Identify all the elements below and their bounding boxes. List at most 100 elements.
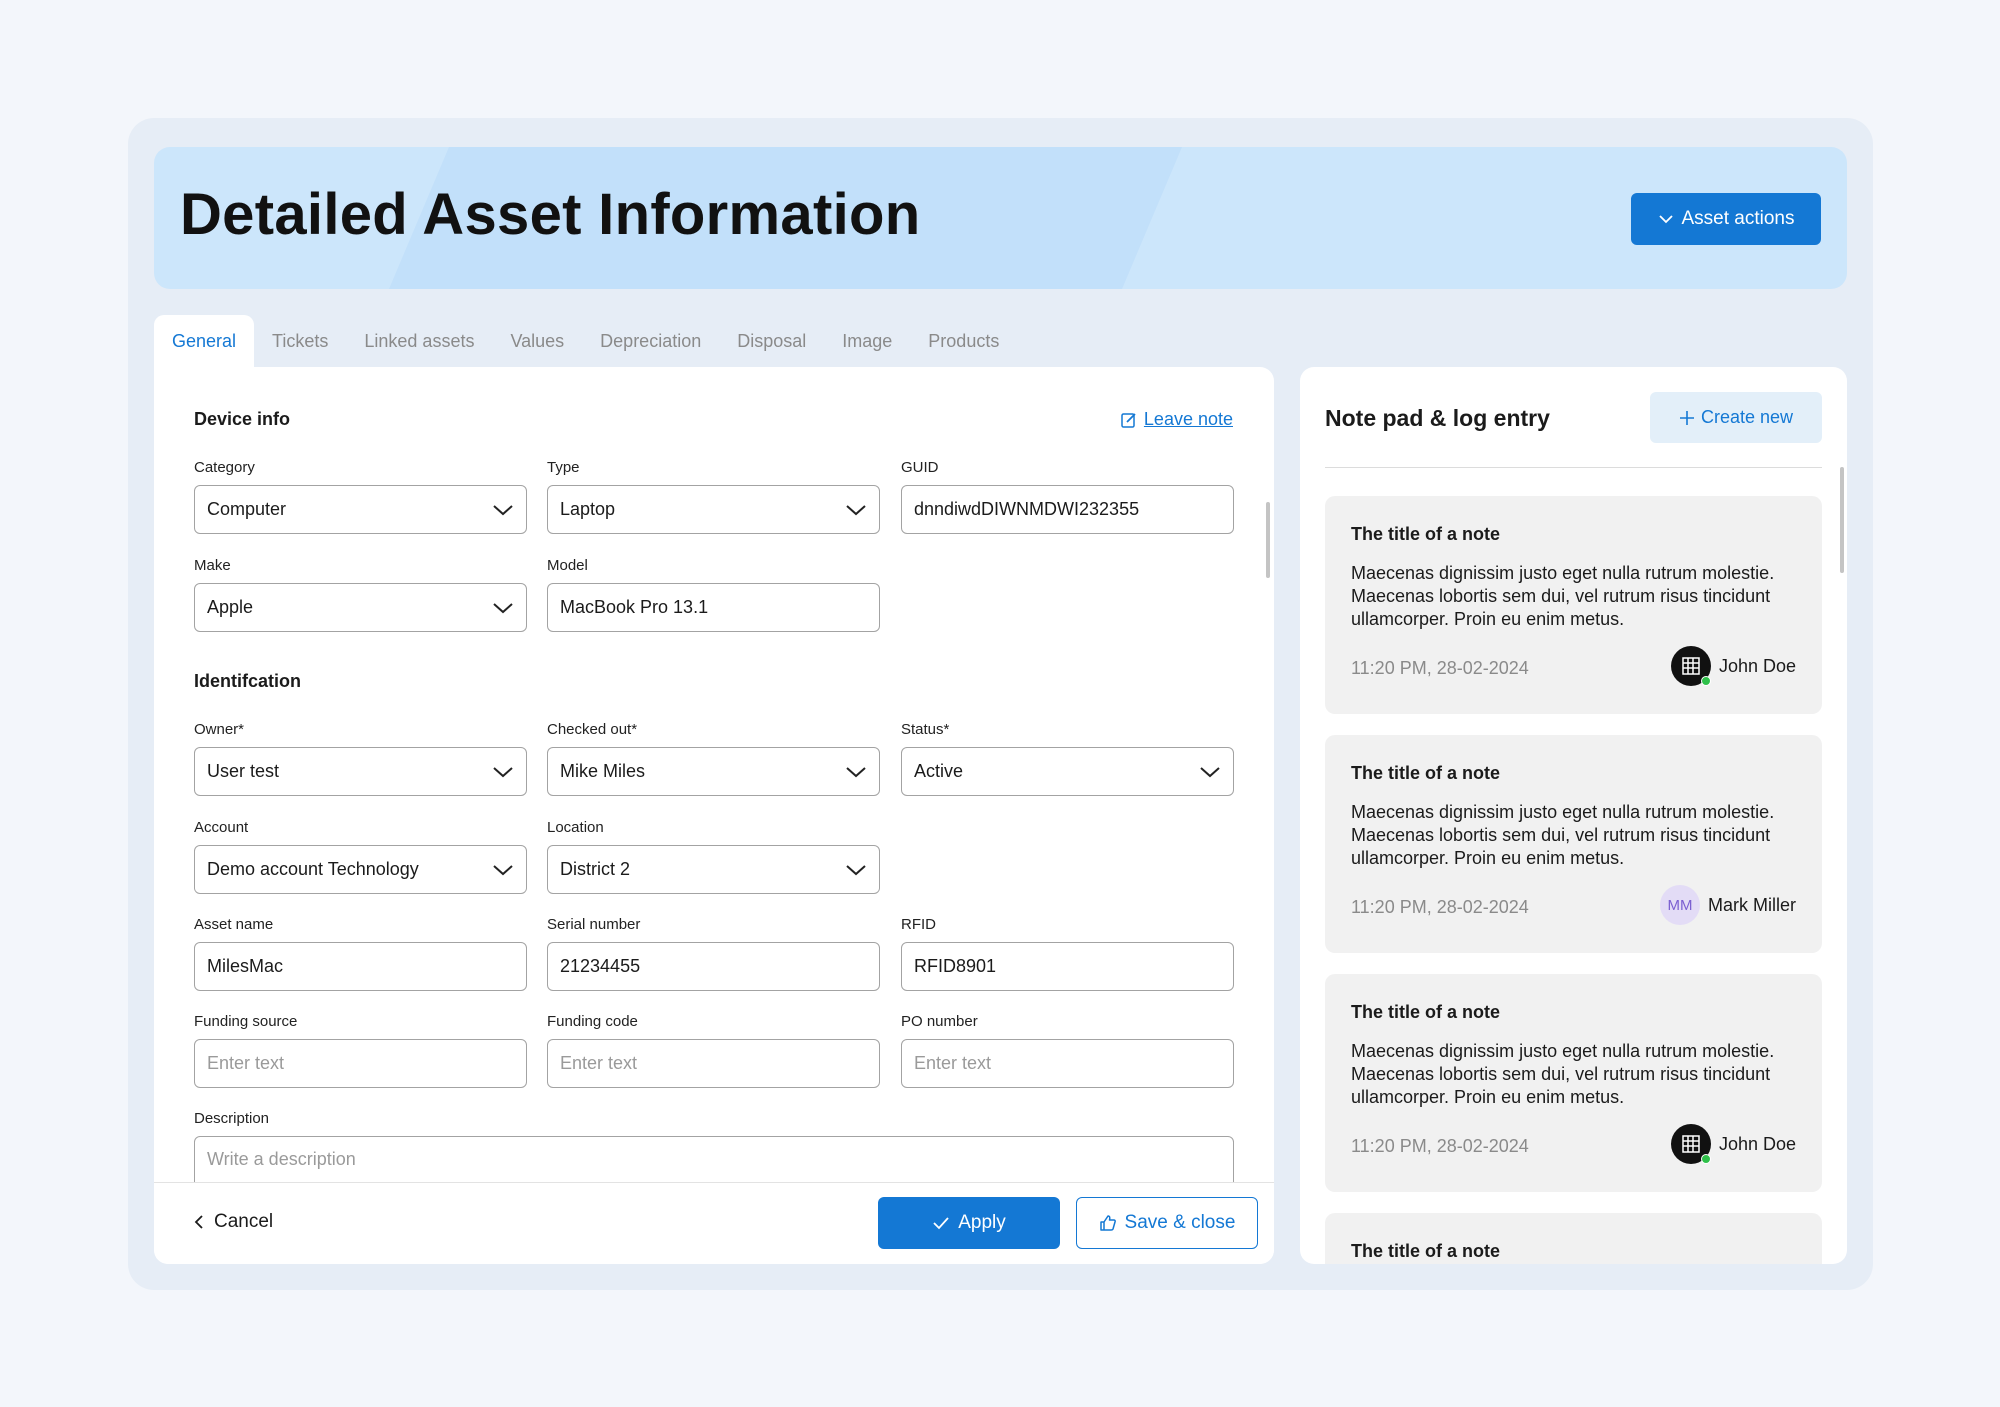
- category-select[interactable]: Computer: [194, 485, 527, 534]
- note-body: Maecenas dignissim justo eget nulla rutr…: [1351, 563, 1775, 629]
- note-timestamp: 11:20 PM, 28-02-2024: [1351, 658, 1529, 678]
- type-select[interactable]: Laptop: [547, 485, 880, 534]
- tab-depreciation[interactable]: Depreciation: [582, 315, 719, 367]
- type-label: Type: [547, 459, 580, 476]
- guid-input[interactable]: dnndiwdDIWNMDWI232355: [901, 485, 1234, 534]
- note-card[interactable]: The title of a note: [1325, 1213, 1822, 1264]
- note-author: MM Mark Miller: [1660, 885, 1796, 925]
- description-textarea[interactable]: Write a description: [194, 1136, 1234, 1182]
- tab-general[interactable]: General: [154, 315, 255, 367]
- funding-source-label: Funding source: [194, 1013, 298, 1030]
- description-field: Description Write a description: [194, 1110, 1234, 1182]
- guid-field: GUID dnndiwdDIWNMDWI232355: [901, 459, 1234, 534]
- tab-linked-assets[interactable]: Linked assets: [346, 315, 492, 367]
- make-select[interactable]: Apple: [194, 583, 527, 632]
- account-select[interactable]: Demo account Technology: [194, 845, 527, 894]
- leave-note-label: Leave note: [1143, 409, 1233, 429]
- funding-code-input[interactable]: Enter text: [547, 1039, 880, 1088]
- save-close-button[interactable]: Save & close: [1076, 1197, 1258, 1249]
- chevron-down-icon: [846, 504, 866, 515]
- make-value: Apple: [207, 597, 254, 617]
- guid-value: dnndiwdDIWNMDWI232355: [914, 499, 1140, 519]
- tab-products[interactable]: Products: [910, 315, 1017, 367]
- asset-actions-button[interactable]: Asset actions: [1631, 193, 1821, 245]
- serial-number-value: 21234455: [560, 956, 641, 976]
- model-field: Model MacBook Pro 13.1: [547, 557, 880, 632]
- make-field: Make Apple: [194, 557, 527, 632]
- asset-name-input[interactable]: MilesMac: [194, 942, 527, 991]
- divider: [1325, 467, 1822, 468]
- cancel-label: Cancel: [214, 1211, 274, 1232]
- tab-bar: General Tickets Linked assets Values Dep…: [154, 315, 1017, 367]
- po-number-field: PO number Enter text: [901, 1013, 1234, 1088]
- location-label: Location: [547, 819, 604, 836]
- leave-note-link[interactable]: Leave note: [1120, 409, 1233, 430]
- model-label: Model: [547, 557, 588, 574]
- apply-label: Apply: [958, 1212, 1006, 1233]
- logo-avatar-icon: [1682, 657, 1700, 675]
- note-card[interactable]: The title of a note Maecenas dignissim j…: [1325, 974, 1822, 1192]
- asset-name-value: MilesMac: [207, 956, 284, 976]
- tab-image[interactable]: Image: [824, 315, 910, 367]
- owner-value: User test: [207, 761, 280, 781]
- checked-out-field: Checked out* Mike Miles: [547, 721, 880, 796]
- form-scrollbar[interactable]: [1266, 502, 1270, 578]
- note-card[interactable]: The title of a note Maecenas dignissim j…: [1325, 735, 1822, 953]
- owner-field: Owner* User test: [194, 721, 527, 796]
- check-icon: [933, 1217, 949, 1230]
- note-card[interactable]: The title of a note Maecenas dignissim j…: [1325, 496, 1822, 714]
- location-select[interactable]: District 2: [547, 845, 880, 894]
- note-title: The title of a note: [1351, 1241, 1501, 1261]
- category-value: Computer: [207, 499, 287, 519]
- account-value: Demo account Technology: [207, 859, 419, 879]
- checked-out-select[interactable]: Mike Miles: [547, 747, 880, 796]
- description-placeholder: Write a description: [207, 1149, 356, 1169]
- status-label: Status*: [901, 721, 950, 738]
- guid-label: GUID: [901, 459, 939, 476]
- funding-code-placeholder: Enter text: [560, 1053, 638, 1073]
- online-status-dot: [1700, 1154, 1711, 1164]
- rfid-input[interactable]: RFID8901: [901, 942, 1234, 991]
- po-number-placeholder: Enter text: [914, 1053, 992, 1073]
- rfid-value: RFID8901: [914, 956, 997, 976]
- form-scroll-area: Device info Leave note Category Computer…: [154, 367, 1274, 1182]
- plus-icon: [1679, 410, 1694, 425]
- avatar-initials: MM: [1667, 896, 1693, 914]
- serial-number-field: Serial number 21234455: [547, 916, 880, 991]
- page-header: Detailed Asset Information Asset actions: [154, 147, 1847, 289]
- note-title: The title of a note: [1351, 1002, 1501, 1022]
- serial-number-input[interactable]: 21234455: [547, 942, 880, 991]
- note-timestamp: 11:20 PM, 28-02-2024: [1351, 897, 1529, 917]
- funding-source-input[interactable]: Enter text: [194, 1039, 527, 1088]
- create-new-label: Create new: [1700, 407, 1794, 427]
- rfid-label: RFID: [901, 916, 936, 933]
- apply-button[interactable]: Apply: [878, 1197, 1060, 1249]
- edit-note-icon: [1121, 412, 1136, 428]
- note-title: The title of a note: [1351, 524, 1501, 544]
- save-close-label: Save & close: [1124, 1212, 1236, 1233]
- notepad-scrollbar[interactable]: [1840, 467, 1844, 573]
- note-body: Maecenas dignissim justo eget nulla rutr…: [1351, 802, 1775, 868]
- owner-label: Owner*: [194, 721, 245, 738]
- tab-values[interactable]: Values: [492, 315, 582, 367]
- note-title: The title of a note: [1351, 763, 1501, 783]
- make-label: Make: [194, 557, 231, 574]
- owner-select[interactable]: User test: [194, 747, 527, 796]
- category-field: Category Computer: [194, 459, 527, 534]
- page-title: Detailed Asset Information: [180, 182, 921, 247]
- chevron-down-icon: [493, 864, 513, 875]
- cancel-button[interactable]: Cancel: [194, 1211, 273, 1233]
- checked-out-label: Checked out*: [547, 721, 638, 738]
- tab-tickets[interactable]: Tickets: [254, 315, 346, 367]
- asset-name-label: Asset name: [194, 916, 274, 933]
- model-input[interactable]: MacBook Pro 13.1: [547, 583, 880, 632]
- create-new-button[interactable]: Create new: [1650, 392, 1822, 443]
- status-select[interactable]: Active: [901, 747, 1234, 796]
- note-author: John Doe: [1670, 646, 1796, 686]
- location-field: Location District 2: [547, 819, 880, 894]
- thumbs-up-icon: [1099, 1215, 1116, 1231]
- description-label: Description: [194, 1110, 270, 1127]
- po-number-input[interactable]: Enter text: [901, 1039, 1234, 1088]
- tab-disposal[interactable]: Disposal: [719, 315, 824, 367]
- location-value: District 2: [560, 859, 631, 879]
